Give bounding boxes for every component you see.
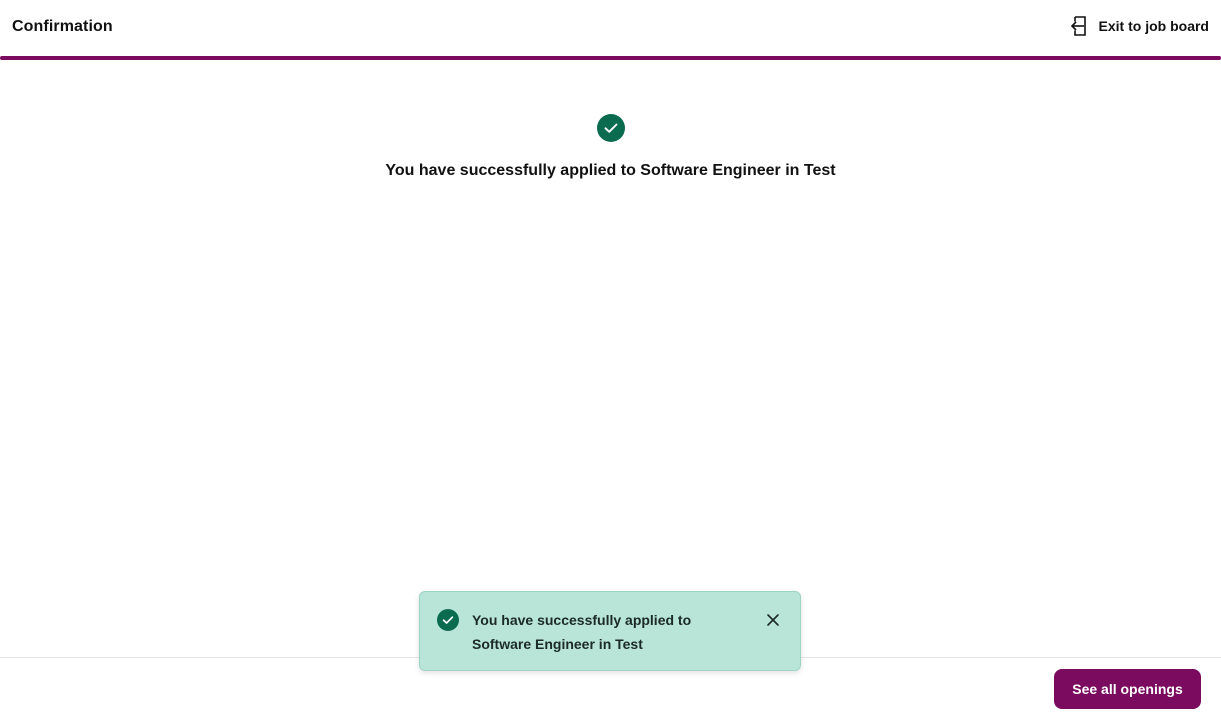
confirmation-section: You have successfully applied to Softwar… bbox=[0, 114, 1221, 180]
confirmation-message: You have successfully applied to Softwar… bbox=[385, 162, 836, 179]
toast-close-button[interactable] bbox=[764, 611, 782, 629]
page-title: Confirmation bbox=[12, 18, 113, 35]
close-icon bbox=[767, 614, 779, 626]
check-circle-icon bbox=[596, 114, 625, 142]
check-circle-icon bbox=[437, 609, 459, 631]
toast-message-line1: You have successfully applied to bbox=[472, 612, 692, 628]
exit-label: Exit to job board bbox=[1098, 18, 1209, 34]
confirmation-page: Confirmation Exit to job board You have … bbox=[0, 0, 1221, 721]
success-toast: You have successfully applied to Softwar… bbox=[419, 591, 801, 671]
see-all-openings-button[interactable]: See all openings bbox=[1054, 669, 1201, 709]
exit-to-job-board-link[interactable]: Exit to job board bbox=[1069, 14, 1209, 38]
toast-message: You have successfully applied to Softwar… bbox=[472, 608, 742, 656]
header: Confirmation Exit to job board bbox=[0, 0, 1221, 56]
toast-message-line2: Software Engineer in Test bbox=[472, 636, 643, 652]
exit-icon bbox=[1069, 14, 1089, 38]
header-accent-bar bbox=[0, 56, 1221, 60]
